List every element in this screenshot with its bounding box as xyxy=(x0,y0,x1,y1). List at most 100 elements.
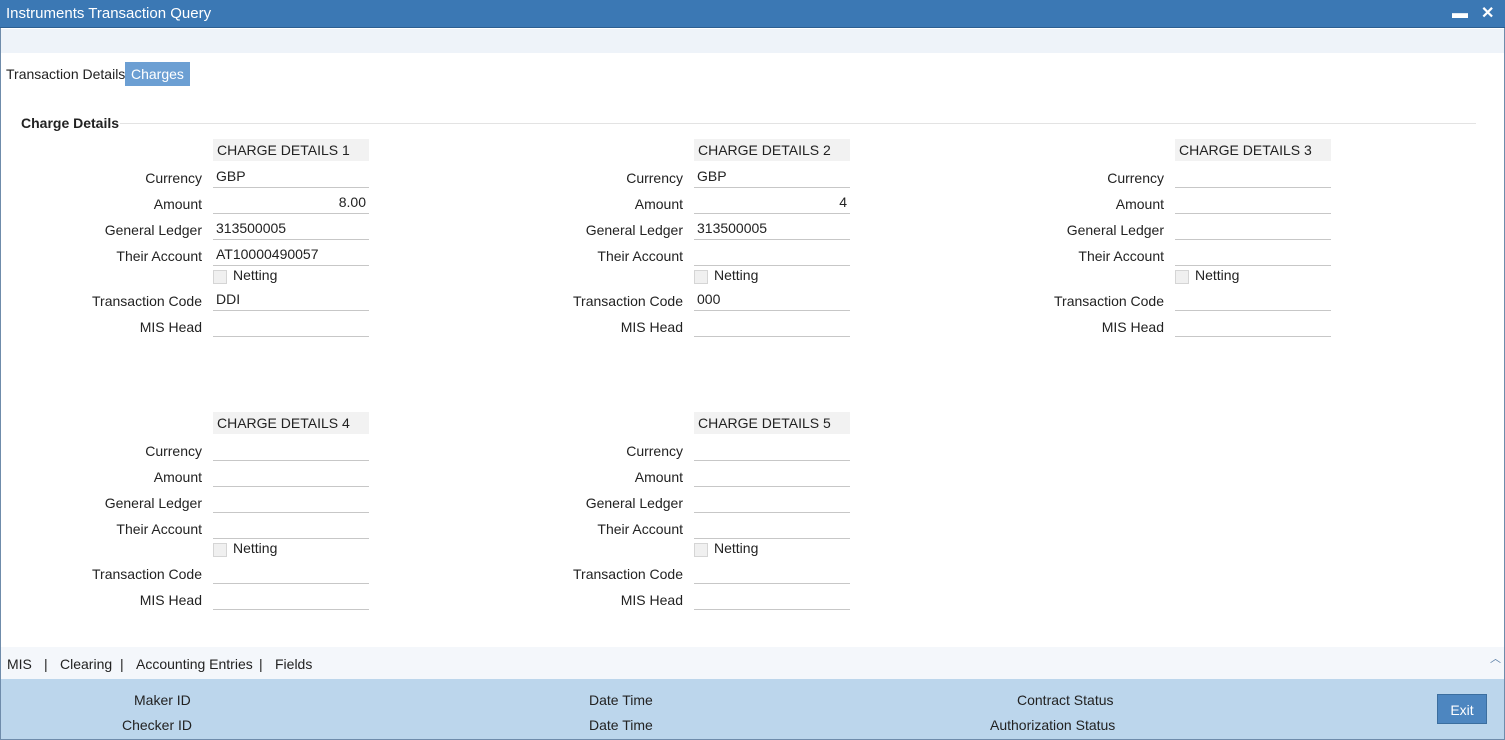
charge-1-currency-label: Currency xyxy=(145,170,202,186)
charge-4-general-ledger-label: General Ledger xyxy=(104,495,202,511)
charge-4-transaction-code-label: Transaction Code xyxy=(92,566,202,582)
charge-2-amount-field[interactable]: 4 xyxy=(694,192,850,214)
charge-5-transaction-code-field[interactable] xyxy=(694,562,850,584)
checker-id-label: Checker ID xyxy=(122,717,193,733)
link-separator: | xyxy=(44,656,48,672)
charge-3-netting-label: Netting xyxy=(1195,267,1240,283)
charge-3-amount-label: Amount xyxy=(1115,196,1164,212)
charge-details-4-title: CHARGE DETAILS 4 xyxy=(213,412,369,434)
minimize-icon[interactable]: ▬ xyxy=(1452,4,1468,24)
charge-5-their-account-field[interactable] xyxy=(694,517,850,539)
charge-4-currency-field[interactable] xyxy=(213,439,369,461)
charge-1-amount-label: Amount xyxy=(153,196,202,212)
charge-3-amount-field[interactable] xyxy=(1175,192,1331,214)
maker-id-label: Maker ID xyxy=(134,692,191,708)
charge-4-their-account-label: Their Account xyxy=(116,521,202,537)
charge-5-amount-label: Amount xyxy=(634,469,683,485)
exit-button[interactable]: Exit xyxy=(1437,694,1487,724)
charge-4-mis-head-label: MIS Head xyxy=(139,592,202,608)
charge-4-their-account-field[interactable] xyxy=(213,517,369,539)
charge-1-mis-head-field[interactable] xyxy=(213,315,369,337)
charge-2-amount-label: Amount xyxy=(634,196,683,212)
section-divider xyxy=(120,123,1476,124)
charge-5-mis-head-label: MIS Head xyxy=(620,592,683,608)
window-titlebar: Instruments Transaction Query ▬ ✕ xyxy=(0,0,1505,28)
charge-2-mis-head-field[interactable] xyxy=(694,315,850,337)
tab-charges[interactable]: Charges xyxy=(125,62,190,86)
charge-2-their-account-field[interactable] xyxy=(694,244,850,266)
charge-3-transaction-code-label: Transaction Code xyxy=(1054,293,1164,309)
charge-2-netting-checkbox[interactable] xyxy=(694,270,708,284)
charge-1-amount-field[interactable]: 8.00 xyxy=(213,192,369,214)
link-clearing[interactable]: Clearing xyxy=(60,656,112,672)
charge-2-general-ledger-label: General Ledger xyxy=(585,222,683,238)
charge-2-mis-head-label: MIS Head xyxy=(620,319,683,335)
charge-3-their-account-label: Their Account xyxy=(1078,248,1164,264)
charge-5-transaction-code-label: Transaction Code xyxy=(573,566,683,582)
charge-1-their-account-label: Their Account xyxy=(116,248,202,264)
charge-3-general-ledger-label: General Ledger xyxy=(1066,222,1164,238)
charge-2-netting-label: Netting xyxy=(714,267,759,283)
checker-date-time-label: Date Time xyxy=(589,717,653,733)
charge-1-general-ledger-label: General Ledger xyxy=(104,222,202,238)
charge-2-currency-label: Currency xyxy=(626,170,683,186)
charge-3-mis-head-field[interactable] xyxy=(1175,315,1331,337)
charge-1-currency-field[interactable]: GBP xyxy=(213,166,369,188)
charge-details-5-title: CHARGE DETAILS 5 xyxy=(694,412,850,434)
authorization-status-label: Authorization Status xyxy=(990,717,1116,733)
charge-3-transaction-code-field[interactable] xyxy=(1175,289,1331,311)
window-frame xyxy=(0,28,1505,740)
charge-4-general-ledger-field[interactable] xyxy=(213,491,369,513)
close-icon[interactable]: ✕ xyxy=(1481,4,1494,24)
charge-5-their-account-label: Their Account xyxy=(597,521,683,537)
charge-3-currency-label: Currency xyxy=(1107,170,1164,186)
charge-details-2-title: CHARGE DETAILS 2 xyxy=(694,139,850,161)
charge-details-3-title: CHARGE DETAILS 3 xyxy=(1175,139,1331,161)
charge-5-currency-label: Currency xyxy=(626,443,683,459)
charge-3-their-account-field[interactable] xyxy=(1175,244,1331,266)
charge-1-netting-label: Netting xyxy=(233,267,278,283)
charge-4-amount-label: Amount xyxy=(153,469,202,485)
charge-5-netting-label: Netting xyxy=(714,540,759,556)
contract-status-label: Contract Status xyxy=(1017,692,1114,708)
charge-5-amount-field[interactable] xyxy=(694,465,850,487)
charge-1-mis-head-label: MIS Head xyxy=(139,319,202,335)
charge-1-general-ledger-field[interactable]: 313500005 xyxy=(213,218,369,240)
charge-4-mis-head-field[interactable] xyxy=(213,588,369,610)
charge-details-1-title: CHARGE DETAILS 1 xyxy=(213,139,369,161)
charge-3-mis-head-label: MIS Head xyxy=(1101,319,1164,335)
charge-5-netting-checkbox[interactable] xyxy=(694,543,708,557)
charge-4-currency-label: Currency xyxy=(145,443,202,459)
charge-1-netting-checkbox[interactable] xyxy=(213,270,227,284)
charge-4-netting-label: Netting xyxy=(233,540,278,556)
link-separator: | xyxy=(120,656,124,672)
charge-5-mis-head-field[interactable] xyxy=(694,588,850,610)
charge-2-transaction-code-label: Transaction Code xyxy=(573,293,683,309)
charge-1-transaction-code-label: Transaction Code xyxy=(92,293,202,309)
section-title: Charge Details xyxy=(21,115,120,131)
charge-4-transaction-code-field[interactable] xyxy=(213,562,369,584)
charge-4-netting-checkbox[interactable] xyxy=(213,543,227,557)
toolbar-strip xyxy=(1,29,1504,53)
charge-3-currency-field[interactable] xyxy=(1175,166,1331,188)
link-fields[interactable]: Fields xyxy=(275,656,312,672)
charge-2-their-account-label: Their Account xyxy=(597,248,683,264)
link-accounting-entries[interactable]: Accounting Entries xyxy=(136,656,253,672)
charge-2-general-ledger-field[interactable]: 313500005 xyxy=(694,218,850,240)
charge-2-currency-field[interactable]: GBP xyxy=(694,166,850,188)
charge-1-their-account-field[interactable]: AT10000490057 xyxy=(213,244,369,266)
charge-3-general-ledger-field[interactable] xyxy=(1175,218,1331,240)
charge-5-general-ledger-label: General Ledger xyxy=(585,495,683,511)
charge-5-currency-field[interactable] xyxy=(694,439,850,461)
audit-footer xyxy=(1,679,1504,739)
charge-5-general-ledger-field[interactable] xyxy=(694,491,850,513)
link-mis[interactable]: MIS xyxy=(7,656,32,672)
scroll-up-icon[interactable]: ︿ xyxy=(1490,650,1501,666)
charge-1-transaction-code-field[interactable]: DDI xyxy=(213,289,369,311)
charge-2-transaction-code-field[interactable]: 000 xyxy=(694,289,850,311)
charge-4-amount-field[interactable] xyxy=(213,465,369,487)
link-separator: | xyxy=(259,656,263,672)
charge-3-netting-checkbox[interactable] xyxy=(1175,270,1189,284)
window-title: Instruments Transaction Query xyxy=(6,5,212,22)
tab-transaction-details[interactable]: Transaction Details xyxy=(0,62,131,86)
